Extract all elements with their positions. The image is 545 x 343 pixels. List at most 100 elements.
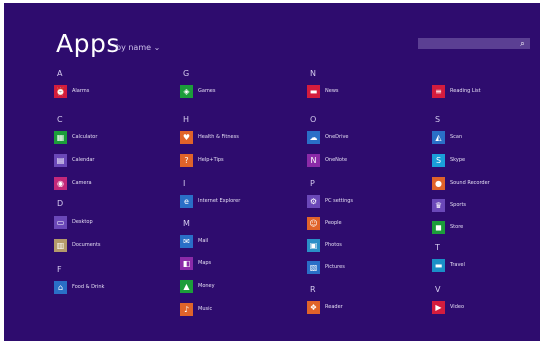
group-letter-d[interactable]: D — [57, 199, 63, 208]
app-tile-reader[interactable]: ❖ Reader — [307, 299, 422, 315]
app-label: Desktop — [72, 219, 93, 225]
group-letter-g[interactable]: G — [183, 69, 189, 78]
app-tile-internet-explorer[interactable]: e Internet Explorer — [180, 193, 295, 209]
app-label: Alarms — [72, 88, 90, 94]
app-tile-scan[interactable]: ◭ Scan — [432, 129, 540, 145]
group-letter-s[interactable]: S — [435, 115, 440, 124]
app-label: PC settings — [325, 198, 354, 204]
app-tile-onedrive[interactable]: ☁ OneDrive — [307, 129, 422, 145]
app-label: News — [325, 88, 339, 94]
group-letter-t[interactable]: T — [435, 243, 440, 252]
maps-icon: ◧ — [180, 256, 193, 270]
app-tile-reading-list[interactable]: ≡ Reading List — [432, 83, 540, 99]
start-apps-screen: Apps by name ⌄ ⌕ A ⏰ Alarms C ▦ Calculator ▤ Ca… — [4, 3, 540, 341]
internet-explorer-icon: e — [180, 194, 193, 208]
video-icon: ▶ — [432, 300, 445, 314]
app-tile-mail[interactable]: ✉ Mail — [180, 233, 295, 249]
app-tile-money[interactable]: ▲ Money — [180, 278, 295, 294]
search-input[interactable] — [420, 38, 516, 49]
group-letter-n[interactable]: N — [310, 69, 316, 78]
calculator-icon: ▦ — [54, 130, 67, 144]
app-label: Travel — [450, 262, 465, 268]
app-label: Scan — [450, 134, 463, 140]
sort-by-name-dropdown[interactable]: by name ⌄ — [116, 43, 160, 52]
search-box[interactable]: ⌕ — [418, 38, 530, 49]
app-tile-travel[interactable]: ▬ Travel — [432, 257, 540, 273]
app-tile-sound-recorder[interactable]: ● Sound Recorder — [432, 175, 540, 191]
app-tile-camera[interactable]: ◉ Camera — [54, 175, 169, 191]
app-label: Reader — [325, 304, 343, 310]
app-tile-sports[interactable]: ♛ Sports — [432, 197, 540, 213]
app-tile-documents[interactable]: ▥ Documents — [54, 237, 169, 253]
app-tile-onenote[interactable]: N OneNote — [307, 152, 422, 168]
onedrive-cloud-icon: ☁ — [307, 130, 320, 144]
app-label: Health & Fitness — [198, 134, 239, 140]
sound-recorder-icon: ● — [432, 176, 445, 190]
group-letter-f[interactable]: F — [57, 265, 62, 274]
onenote-icon: N — [307, 153, 320, 167]
app-tile-help-tips[interactable]: ? Help+Tips — [180, 152, 295, 168]
app-tile-maps[interactable]: ◧ Maps — [180, 255, 295, 271]
app-label: Documents — [72, 242, 101, 248]
group-letter-c[interactable]: C — [57, 115, 63, 124]
app-label: Internet Explorer — [198, 198, 241, 204]
games-controller-icon: ◈ — [180, 84, 193, 98]
group-letter-a[interactable]: A — [57, 69, 62, 78]
app-label: Mail — [198, 238, 209, 244]
documents-icon: ▥ — [54, 238, 67, 252]
app-tile-desktop[interactable]: ▭ Desktop — [54, 214, 169, 230]
app-tile-people[interactable]: ☺ People — [307, 215, 422, 231]
store-bag-icon: ◼ — [432, 220, 445, 234]
mail-envelope-icon: ✉ — [180, 234, 193, 248]
app-tile-music[interactable]: ♪ Music — [180, 301, 295, 317]
app-tile-store[interactable]: ◼ Store — [432, 219, 540, 235]
app-tile-pictures[interactable]: ▧ Pictures — [307, 259, 422, 275]
app-tile-calculator[interactable]: ▦ Calculator — [54, 129, 169, 145]
app-label: Video — [450, 304, 465, 310]
food-drink-icon: ⌂ — [54, 280, 67, 294]
app-label: Games — [198, 88, 216, 94]
group-letter-r[interactable]: R — [310, 285, 316, 294]
travel-suitcase-icon: ▬ — [432, 258, 445, 272]
pictures-icon: ▧ — [307, 260, 320, 274]
app-tile-photos[interactable]: ▣ Photos — [307, 237, 422, 253]
app-label: Camera — [72, 180, 92, 186]
app-label: Food & Drink — [72, 284, 105, 290]
app-tile-calendar[interactable]: ▤ Calendar — [54, 152, 169, 168]
app-label: Reading List — [450, 88, 481, 94]
skype-icon: S — [432, 153, 445, 167]
app-label: Sound Recorder — [450, 180, 490, 186]
app-tile-games[interactable]: ◈ Games — [180, 83, 295, 99]
app-label: Pictures — [325, 264, 345, 270]
reading-list-icon: ≡ — [432, 84, 445, 98]
camera-icon: ◉ — [54, 176, 67, 190]
gear-icon: ⚙ — [307, 194, 320, 208]
calendar-icon: ▤ — [54, 153, 67, 167]
photos-icon: ▣ — [307, 238, 320, 252]
app-label: OneDrive — [325, 134, 349, 140]
app-label: Store — [450, 224, 464, 230]
app-tile-news[interactable]: ▬ News — [307, 83, 422, 99]
sports-trophy-icon: ♛ — [432, 198, 445, 212]
group-letter-m[interactable]: M — [183, 219, 190, 228]
group-letter-i[interactable]: I — [183, 179, 185, 188]
app-label: Calendar — [72, 157, 95, 163]
group-letter-p[interactable]: P — [310, 179, 315, 188]
app-tile-pc-settings[interactable]: ⚙ PC settings — [307, 193, 422, 209]
money-chart-icon: ▲ — [180, 279, 193, 293]
app-tile-skype[interactable]: S Skype — [432, 152, 540, 168]
app-tile-health-fitness[interactable]: ♥ Health & Fitness — [180, 129, 295, 145]
group-letter-v[interactable]: V — [435, 285, 440, 294]
app-tile-video[interactable]: ▶ Video — [432, 299, 540, 315]
page-title: Apps — [56, 29, 120, 58]
alarm-clock-icon: ⏰ — [54, 84, 67, 98]
group-letter-o[interactable]: O — [310, 115, 316, 124]
news-icon: ▬ — [307, 84, 320, 98]
app-tile-alarms[interactable]: ⏰ Alarms — [54, 83, 169, 99]
help-tips-icon: ? — [180, 153, 193, 167]
group-letter-h[interactable]: H — [183, 115, 189, 124]
health-heart-icon: ♥ — [180, 130, 193, 144]
app-tile-food-drink[interactable]: ⌂ Food & Drink — [54, 279, 169, 295]
app-label: Money — [198, 283, 215, 289]
search-icon[interactable]: ⌕ — [518, 39, 527, 48]
